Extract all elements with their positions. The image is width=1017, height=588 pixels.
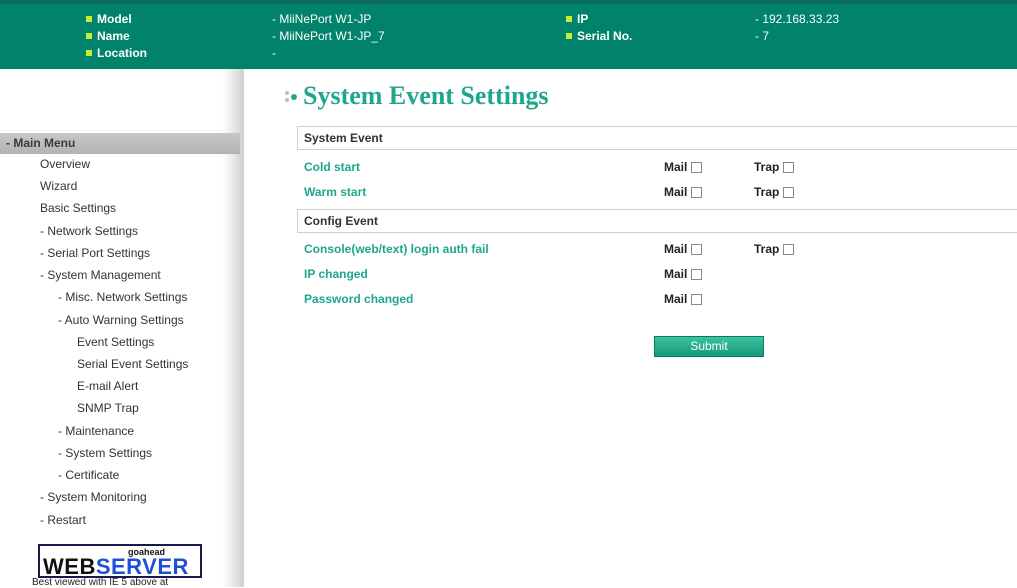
warm-start-mail-option: Mail <box>664 185 703 199</box>
ip-changed-mail-option: Mail <box>664 267 703 281</box>
model-label: Model <box>97 12 132 26</box>
title-dots-icon <box>285 91 297 102</box>
password-changed-mail-option: Mail <box>664 292 703 306</box>
cold-start-label: Cold start <box>304 160 361 174</box>
location-value: - <box>272 46 276 60</box>
submit-button[interactable]: Submit <box>654 336 764 357</box>
trap-label: Trap <box>754 185 780 199</box>
trap-label: Trap <box>754 242 780 256</box>
ip-label: IP <box>577 12 589 26</box>
menu-item-basic-settings[interactable]: Basic Settings <box>40 201 116 215</box>
serial-label-row: Serial No. <box>566 29 632 44</box>
name-value: - MiiNePort W1-JP_7 <box>272 29 385 43</box>
menu-item-system-management[interactable]: - System Management <box>40 268 161 282</box>
warm-start-trap-checkbox[interactable] <box>783 187 795 198</box>
bullet-icon <box>86 33 92 39</box>
device-info-header: Model Name Location - MiiNePort W1-JP - … <box>0 0 1017 69</box>
warm-start-label: Warm start <box>304 185 367 199</box>
system-event-header: System Event <box>297 126 1017 150</box>
ip-changed-mail-checkbox[interactable] <box>691 269 703 280</box>
location-label: Location <box>97 46 147 60</box>
login-auth-fail-trap-option: Trap <box>754 242 795 256</box>
ip-value: - 192.168.33.23 <box>755 12 840 26</box>
cold-start-mail-option: Mail <box>664 160 703 174</box>
menu-item-email-alert[interactable]: E-mail Alert <box>77 379 138 393</box>
goahead-webserver-logo[interactable]: goahead WEBSERVER <box>38 544 202 578</box>
menu-item-serial-port-settings[interactable]: - Serial Port Settings <box>40 246 150 260</box>
menu-item-system-monitoring[interactable]: - System Monitoring <box>40 490 147 504</box>
location-label-row: Location <box>86 46 147 61</box>
password-changed-label: Password changed <box>304 292 414 306</box>
mail-label: Mail <box>664 267 688 281</box>
menu-item-misc-network-settings[interactable]: - Misc. Network Settings <box>58 290 187 304</box>
model-value: - MiiNePort W1-JP <box>272 12 372 26</box>
menu-item-overview[interactable]: Overview <box>40 157 90 171</box>
sidebar: - Main Menu Overview Wizard Basic Settin… <box>0 69 244 588</box>
trap-label: Trap <box>754 160 780 174</box>
cold-start-mail-checkbox[interactable] <box>691 162 703 173</box>
config-event-header: Config Event <box>297 209 1017 233</box>
page-title-text: System Event Settings <box>303 81 549 110</box>
page-title: System Event Settings <box>285 81 549 111</box>
menu-item-restart[interactable]: - Restart <box>40 513 86 527</box>
logo-big-text: WEBSERVER <box>43 554 189 578</box>
serial-label: Serial No. <box>577 29 633 43</box>
bullet-icon <box>566 33 572 39</box>
serial-value: - 7 <box>755 29 770 43</box>
bullet-icon <box>566 16 572 22</box>
main-menu-header[interactable]: - Main Menu <box>0 133 240 154</box>
menu-item-network-settings[interactable]: - Network Settings <box>40 224 138 238</box>
ip-label-row: IP <box>566 12 588 27</box>
menu-item-maintenance[interactable]: - Maintenance <box>58 424 134 438</box>
name-label-row: Name <box>86 29 130 44</box>
menu-item-event-settings[interactable]: Event Settings <box>77 335 154 349</box>
login-auth-fail-mail-checkbox[interactable] <box>691 244 703 255</box>
mail-label: Mail <box>664 292 688 306</box>
logo-server-text: SERVER <box>95 554 189 578</box>
warm-start-mail-checkbox[interactable] <box>691 187 703 198</box>
menu-item-snmp-trap[interactable]: SNMP Trap <box>77 401 139 415</box>
mail-label: Mail <box>664 242 688 256</box>
logo-web-text: WEB <box>43 554 96 578</box>
menu-item-wizard[interactable]: Wizard <box>40 179 77 193</box>
login-auth-fail-label: Console(web/text) login auth fail <box>304 242 489 256</box>
ip-changed-label: IP changed <box>304 267 368 281</box>
mail-label: Mail <box>664 185 688 199</box>
bullet-icon <box>86 50 92 56</box>
name-label: Name <box>97 29 130 43</box>
password-changed-mail-checkbox[interactable] <box>691 294 703 305</box>
mail-label: Mail <box>664 160 688 174</box>
login-auth-fail-mail-option: Mail <box>664 242 703 256</box>
menu-item-serial-event-settings[interactable]: Serial Event Settings <box>77 357 188 371</box>
cold-start-trap-checkbox[interactable] <box>783 162 795 173</box>
menu-item-certificate[interactable]: - Certificate <box>58 468 119 482</box>
cold-start-trap-option: Trap <box>754 160 795 174</box>
bullet-icon <box>86 16 92 22</box>
menu-item-auto-warning-settings[interactable]: - Auto Warning Settings <box>58 313 184 327</box>
login-auth-fail-trap-checkbox[interactable] <box>783 244 795 255</box>
warm-start-trap-option: Trap <box>754 185 795 199</box>
model-label-row: Model <box>86 12 132 27</box>
menu-item-system-settings[interactable]: - System Settings <box>58 446 152 460</box>
